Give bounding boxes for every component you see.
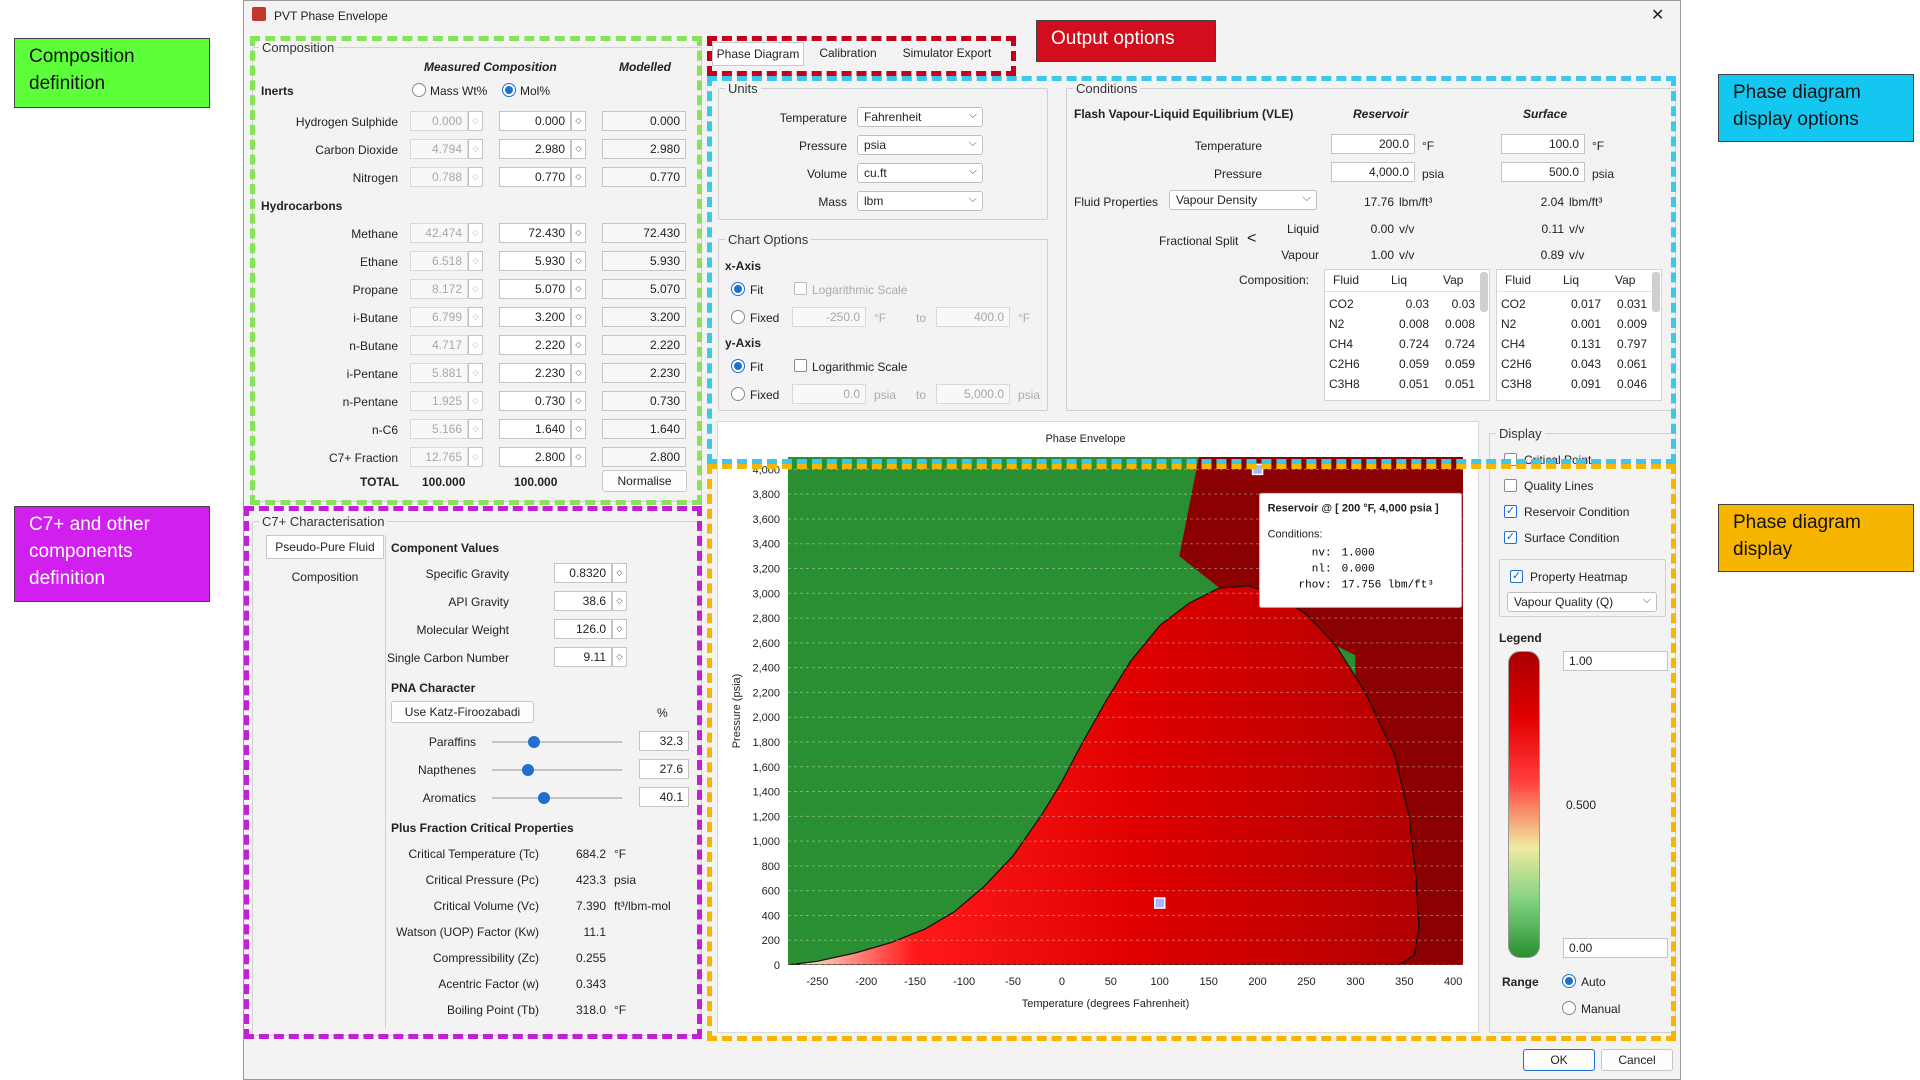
c7-annotation: C7+ and other components definition bbox=[14, 506, 210, 602]
composition-dashed-box bbox=[250, 36, 702, 505]
ok-button[interactable]: OK bbox=[1523, 1049, 1595, 1071]
c7-dashed-box bbox=[244, 506, 702, 1039]
tabs-dashed-box bbox=[707, 36, 1016, 76]
options-dashed-box bbox=[707, 76, 1676, 464]
display-dashed-box bbox=[707, 464, 1676, 1041]
cancel-button[interactable]: Cancel bbox=[1601, 1049, 1673, 1071]
output-annotation: Output options bbox=[1036, 20, 1216, 62]
close-icon[interactable]: ✕ bbox=[1651, 5, 1664, 25]
composition-annotation: Composition definition bbox=[14, 38, 210, 108]
pd-options-annotation: Phase diagram display options bbox=[1718, 74, 1914, 142]
window-title: PVT Phase Envelope bbox=[274, 9, 388, 23]
app-icon bbox=[252, 7, 266, 21]
pd-display-annotation: Phase diagram display bbox=[1718, 504, 1914, 572]
